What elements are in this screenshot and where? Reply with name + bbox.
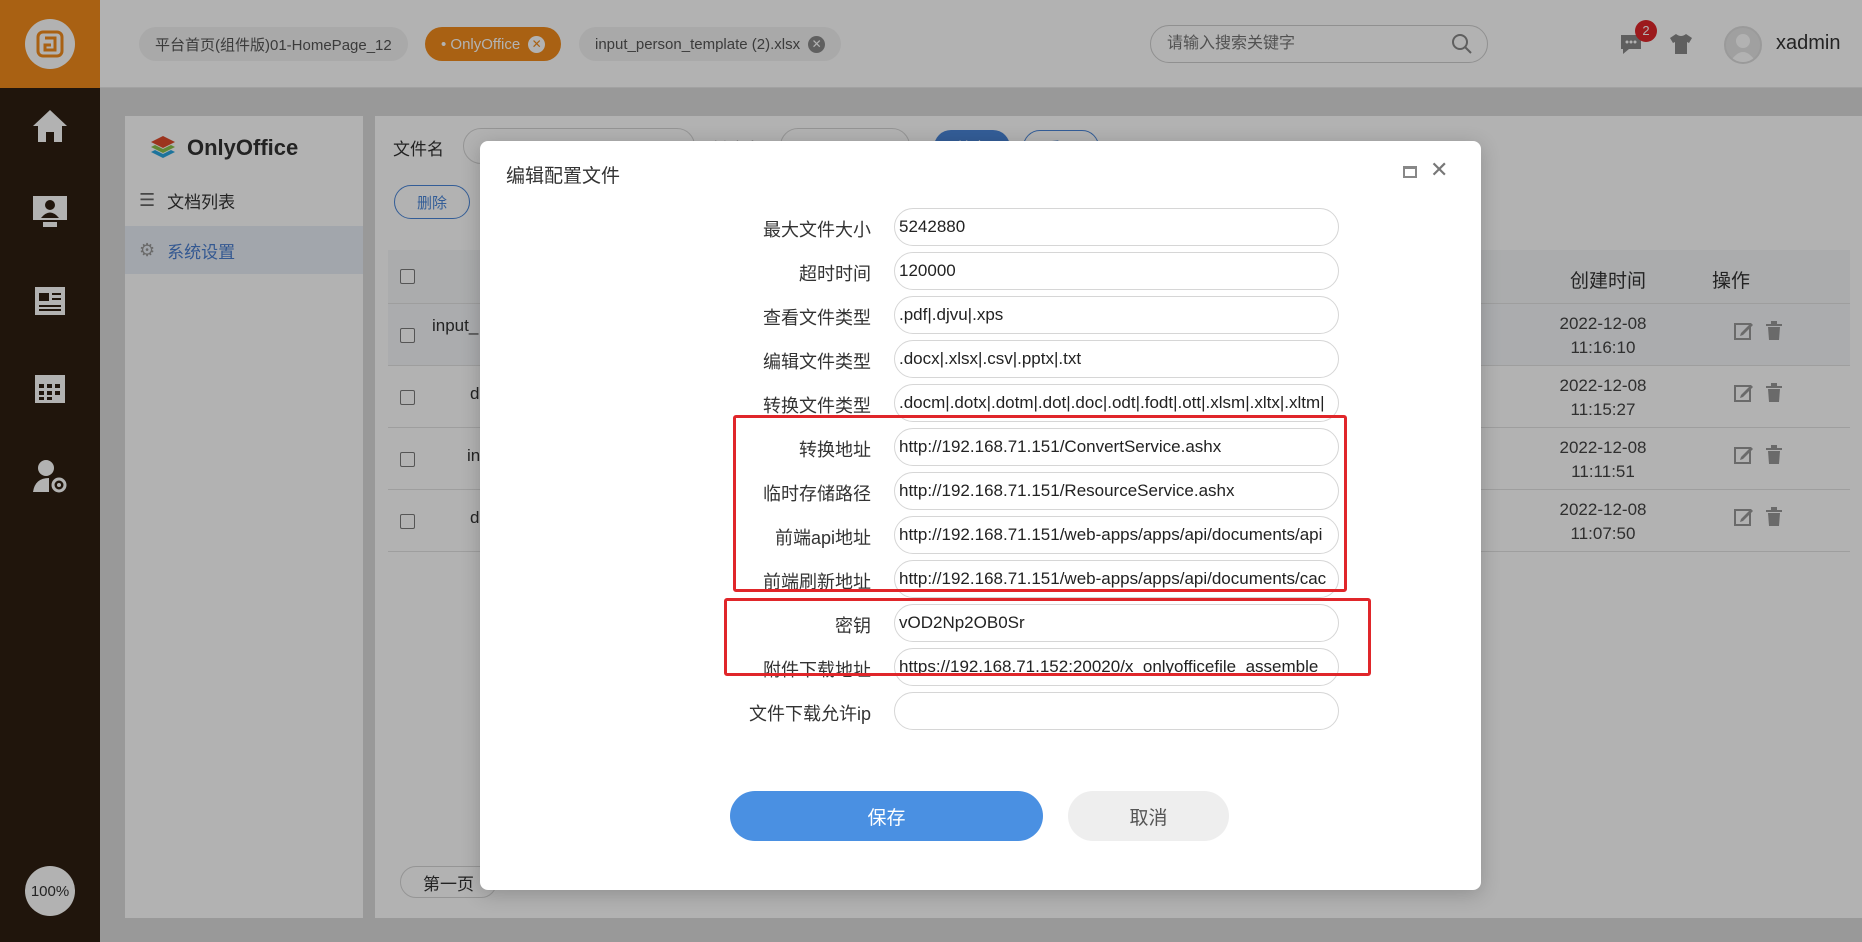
field-frontend-api: 前端api地址	[480, 516, 1481, 554]
field-frontend-refresh: 前端刷新地址	[480, 560, 1481, 598]
field-max-file-size: 最大文件大小	[480, 208, 1481, 246]
convert-types-input[interactable]	[894, 384, 1339, 422]
maximize-icon[interactable]	[1403, 166, 1417, 178]
field-timeout: 超时时间	[480, 252, 1481, 290]
field-label: 编辑文件类型	[763, 352, 871, 372]
field-label: 查看文件类型	[763, 308, 871, 328]
convert-url-input[interactable]	[894, 428, 1339, 466]
field-download-ip: 文件下载允许ip	[480, 692, 1481, 730]
field-label: 附件下载地址	[763, 660, 871, 680]
field-label: 密钥	[835, 616, 871, 636]
frontend-refresh-input[interactable]	[894, 560, 1339, 598]
save-button[interactable]: 保存	[730, 791, 1043, 841]
field-label: 最大文件大小	[763, 220, 871, 240]
field-view-types: 查看文件类型	[480, 296, 1481, 334]
field-secret: 密钥	[480, 604, 1481, 642]
close-icon[interactable]: ✕	[1430, 157, 1448, 183]
cancel-button[interactable]: 取消	[1068, 791, 1229, 841]
max-file-size-input[interactable]	[894, 208, 1339, 246]
field-convert-types: 转换文件类型	[480, 384, 1481, 422]
field-label: 前端api地址	[774, 528, 871, 548]
field-label: 超时时间	[799, 264, 871, 284]
download-ip-input[interactable]	[894, 692, 1339, 730]
edit-config-dialog: 编辑配置文件 ✕ 最大文件大小 超时时间 查看文件类型 编辑文件类型 转换文件类…	[480, 141, 1481, 890]
field-attachment-url: 附件下载地址	[480, 648, 1481, 686]
dialog-title: 编辑配置文件	[506, 166, 621, 187]
frontend-api-input[interactable]	[894, 516, 1339, 554]
field-label: 前端刷新地址	[763, 572, 871, 592]
field-label: 文件下载允许ip	[748, 704, 871, 724]
field-edit-types: 编辑文件类型	[480, 340, 1481, 378]
field-label: 转换文件类型	[763, 396, 871, 416]
attachment-url-input[interactable]	[894, 648, 1339, 686]
field-label: 临时存储路径	[763, 484, 871, 504]
temp-storage-input[interactable]	[894, 472, 1339, 510]
secret-input[interactable]	[894, 604, 1339, 642]
view-types-input[interactable]	[894, 296, 1339, 334]
field-label: 转换地址	[799, 440, 871, 460]
timeout-input[interactable]	[894, 252, 1339, 290]
edit-types-input[interactable]	[894, 340, 1339, 378]
field-convert-url: 转换地址	[480, 428, 1481, 466]
field-temp-storage: 临时存储路径	[480, 472, 1481, 510]
